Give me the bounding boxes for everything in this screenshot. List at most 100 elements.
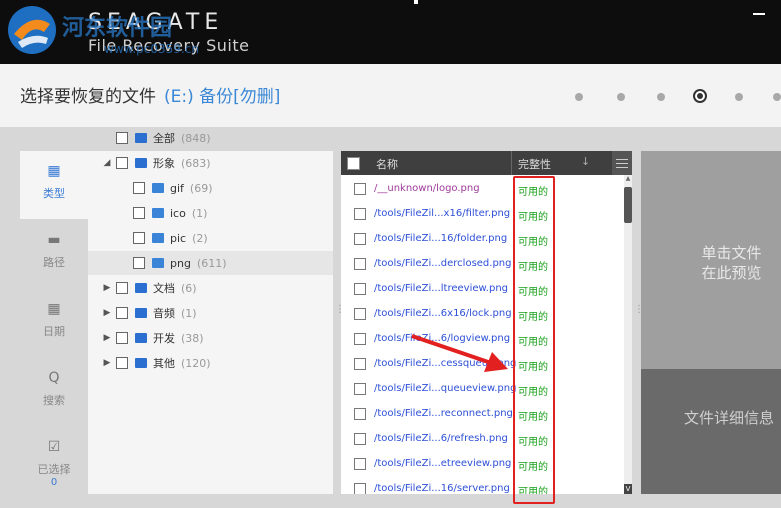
tree-item-checkbox[interactable] <box>116 332 128 344</box>
step-dot-2[interactable] <box>617 93 625 101</box>
step-dot-6[interactable] <box>773 93 781 101</box>
file-name[interactable]: /tools/FileZi...reconnect.png <box>374 408 513 419</box>
file-name[interactable]: /tools/FileZi...6/refresh.png <box>374 433 508 444</box>
tree-item-count: (38) <box>181 331 204 345</box>
row-checkbox[interactable] <box>354 183 366 195</box>
expand-arrow-icon[interactable]: ▶ <box>102 283 112 293</box>
tree-item-count: (683) <box>181 156 211 170</box>
table-row[interactable]: /tools/FileZi...queueview.png 可用的 <box>341 376 624 401</box>
tree-item[interactable]: ▶ 音频 (1) <box>88 301 333 325</box>
row-checkbox[interactable] <box>354 308 366 320</box>
table-row[interactable]: /tools/FileZi...6/refresh.png 可用的 <box>341 426 624 451</box>
nav-item-1[interactable]: ▬ 路径 <box>20 220 88 288</box>
step-dot-4[interactable] <box>693 89 707 103</box>
row-checkbox[interactable] <box>354 233 366 245</box>
tree-item-checkbox[interactable] <box>116 282 128 294</box>
row-checkbox[interactable] <box>354 208 366 220</box>
main-content: ▦ 类型 ▬ 路径 ▦ 日期 Q 搜索 ☑ 已选择 0 全部 (848) ◢ 形象 (683) gif (69)… <box>0 127 781 508</box>
row-checkbox[interactable] <box>354 458 366 470</box>
table-row[interactable]: /tools/FileZi...cessqueue.png 可用的 <box>341 351 624 376</box>
preview-hint-line1: 单击文件 <box>701 244 762 262</box>
column-name[interactable]: 名称 <box>376 156 398 172</box>
file-name[interactable]: /tools/FileZi...6x16/lock.png <box>374 308 512 319</box>
preview-hint: 单击文件 在此预览 <box>641 243 781 283</box>
row-checkbox[interactable] <box>354 408 366 420</box>
nav-item-4[interactable]: ☑ 已选择 0 <box>20 427 88 495</box>
page-header: 选择要恢复的文件 (E:) 备份[勿删] <box>0 64 781 127</box>
step-indicator <box>575 89 781 103</box>
table-row[interactable]: /tools/FileZi...16/server.png 可用的 <box>341 476 624 494</box>
tree-item-checkbox[interactable] <box>133 182 145 194</box>
file-name[interactable]: /tools/FileZi...6/logview.png <box>374 333 510 344</box>
tree-item[interactable]: ▶ 文档 (6) <box>88 276 333 300</box>
nav-item-2[interactable]: ▦ 日期 <box>20 289 88 357</box>
table-row[interactable]: /tools/FileZi...derclosed.png 可用的 <box>341 251 624 276</box>
tree-item-checkbox[interactable] <box>116 357 128 369</box>
table-row[interactable]: /tools/FileZi...reconnect.png 可用的 <box>341 401 624 426</box>
expand-arrow-icon[interactable]: ▶ <box>102 333 112 343</box>
tree-item-count: (611) <box>196 256 227 270</box>
scroll-down-icon[interactable]: V <box>624 484 632 494</box>
row-checkbox[interactable] <box>354 483 366 494</box>
row-checkbox[interactable] <box>354 258 366 270</box>
audio-icon <box>135 308 147 318</box>
file-name[interactable]: /tools/FileZi...etreeview.png <box>374 458 511 469</box>
row-checkbox[interactable] <box>354 358 366 370</box>
file-list: 名称 完整性 ↓ ▲ V /__unknown/logo.png 可用的/tool… <box>341 151 632 494</box>
tree-item-checkbox[interactable] <box>116 307 128 319</box>
tree-item-label: png <box>170 256 191 270</box>
tree-item-label: gif <box>170 181 184 195</box>
row-checkbox[interactable] <box>354 283 366 295</box>
tree-item[interactable]: ▶ 其他 (120) <box>88 351 333 375</box>
file-name[interactable]: /tools/FileZi...cessqueue.png <box>374 358 516 369</box>
list-scrollbar[interactable]: ▲ V <box>624 175 632 494</box>
select-all-checkbox[interactable] <box>347 157 360 170</box>
row-checkbox[interactable] <box>354 333 366 345</box>
tree-item-checkbox[interactable] <box>133 232 145 244</box>
file-name[interactable]: /tools/FileZi...derclosed.png <box>374 258 512 269</box>
tree-item[interactable]: 全部 (848) <box>88 126 333 150</box>
expand-arrow-icon[interactable]: ▶ <box>102 358 112 368</box>
table-row[interactable]: /tools/FileZil...x16/filter.png 可用的 <box>341 201 624 226</box>
row-checkbox[interactable] <box>354 433 366 445</box>
column-menu-icon[interactable] <box>612 151 632 175</box>
table-row[interactable]: /__unknown/logo.png 可用的 <box>341 176 624 201</box>
table-row[interactable]: /tools/FileZi...16/folder.png 可用的 <box>341 226 624 251</box>
table-row[interactable]: /tools/FileZi...etreeview.png 可用的 <box>341 451 624 476</box>
column-integrity[interactable]: 完整性 <box>518 156 551 172</box>
tree-item[interactable]: pic (2) <box>88 226 333 250</box>
sort-arrow-icon[interactable]: ↓ <box>581 155 590 168</box>
tree-item-checkbox[interactable] <box>133 207 145 219</box>
splitter-left[interactable]: ⋮ <box>335 305 345 321</box>
tree-item-checkbox[interactable] <box>116 132 128 144</box>
tree-item[interactable]: gif (69) <box>88 176 333 200</box>
file-name[interactable]: /tools/FileZi...queueview.png <box>374 383 516 394</box>
row-checkbox[interactable] <box>354 383 366 395</box>
file-name[interactable]: /tools/FileZi...16/folder.png <box>374 233 507 244</box>
expand-arrow-icon[interactable]: ◢ <box>102 158 112 168</box>
table-row[interactable]: /tools/FileZi...ltreeview.png 可用的 <box>341 276 624 301</box>
step-dot-5[interactable] <box>735 93 743 101</box>
step-dot-1[interactable] <box>575 93 583 101</box>
image-file-icon <box>152 233 164 243</box>
expand-arrow-icon[interactable]: ▶ <box>102 308 112 318</box>
tree-item[interactable]: ▶ 开发 (38) <box>88 326 333 350</box>
file-name[interactable]: /__unknown/logo.png <box>374 183 480 194</box>
file-name[interactable]: /tools/FileZi...16/server.png <box>374 483 510 494</box>
tree-item-checkbox[interactable] <box>133 257 145 269</box>
tree-item[interactable]: ico (1) <box>88 201 333 225</box>
minimize-button[interactable] <box>753 6 765 16</box>
nav-item-0[interactable]: ▦ 类型 <box>20 151 88 219</box>
scroll-up-icon[interactable]: ▲ <box>624 175 632 183</box>
file-name[interactable]: /tools/FileZi...ltreeview.png <box>374 283 508 294</box>
scroll-thumb[interactable] <box>624 187 632 223</box>
step-dot-3[interactable] <box>657 93 665 101</box>
nav-item-3[interactable]: Q 搜索 <box>20 358 88 426</box>
tree-item[interactable]: ◢ 形象 (683) <box>88 151 333 175</box>
table-row[interactable]: /tools/FileZi...6/logview.png 可用的 <box>341 326 624 351</box>
tree-item-checkbox[interactable] <box>116 157 128 169</box>
splitter-right[interactable]: ⋮ <box>634 305 644 321</box>
file-name[interactable]: /tools/FileZil...x16/filter.png <box>374 208 510 219</box>
table-row[interactable]: /tools/FileZi...6x16/lock.png 可用的 <box>341 301 624 326</box>
tree-item[interactable]: png (611) <box>88 251 333 275</box>
